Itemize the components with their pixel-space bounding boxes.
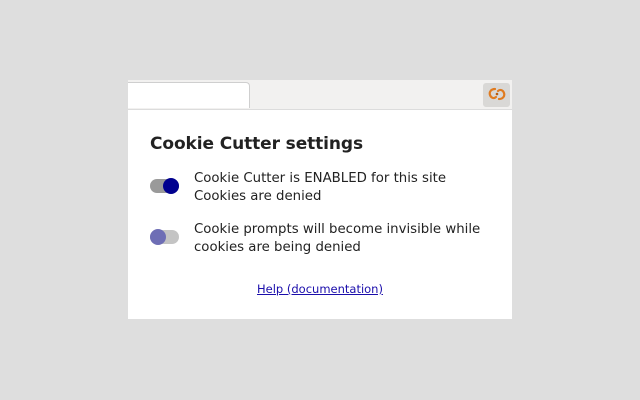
- toggle-knob: [163, 178, 179, 194]
- setting-line-2: Cookies are denied: [194, 189, 322, 204]
- help-documentation-link[interactable]: Help (documentation): [128, 282, 512, 296]
- toggle-knob: [150, 229, 166, 245]
- setting-line-1: Cookie prompts will become invisible whi…: [194, 222, 481, 237]
- setting-label: Cookie prompts will become invisible whi…: [194, 221, 480, 257]
- invisible-prompts-toggle[interactable]: [150, 229, 179, 245]
- setting-line-2: cookies are being denied: [194, 240, 361, 255]
- browser-toolbar: [128, 80, 512, 110]
- setting-line-1: Cookie Cutter is ENABLED for this site: [194, 171, 447, 186]
- setting-label: Cookie Cutter is ENABLED for this site C…: [194, 170, 446, 206]
- enable-toggle[interactable]: [150, 178, 179, 194]
- setting-row-enabled: Cookie Cutter is ENABLED for this site C…: [150, 170, 446, 206]
- cookie-cutter-icon: [488, 86, 506, 105]
- browser-tab[interactable]: [128, 82, 250, 108]
- extension-button[interactable]: [483, 83, 510, 107]
- panel-title: Cookie Cutter settings: [150, 134, 363, 154]
- setting-row-invisible-prompts: Cookie prompts will become invisible whi…: [150, 221, 480, 257]
- settings-panel: Cookie Cutter settings Cookie Cutter is …: [128, 110, 512, 319]
